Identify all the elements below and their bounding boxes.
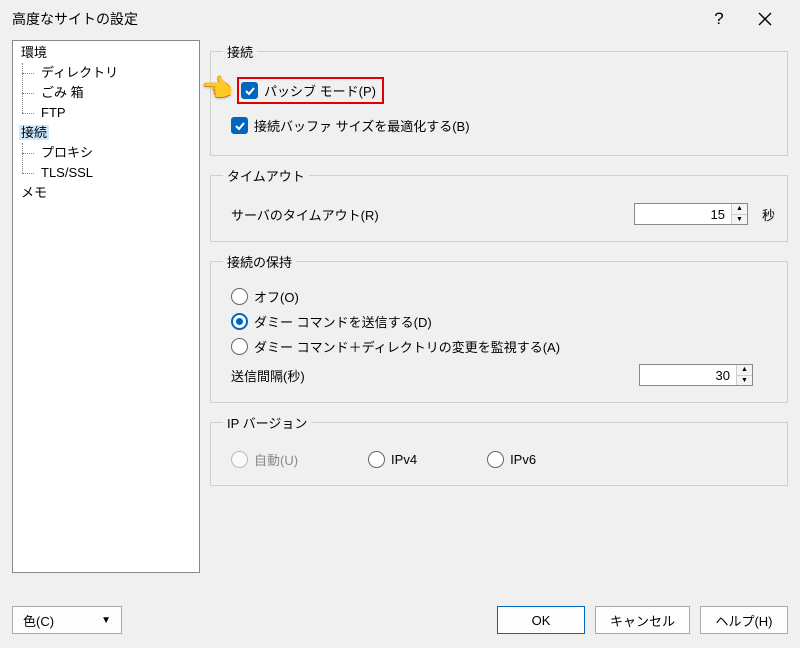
group-keepalive-legend: 接続の保持 xyxy=(223,252,296,271)
group-ip-legend: IP バージョン xyxy=(223,413,311,432)
help-icon[interactable]: ? xyxy=(696,4,742,34)
server-timeout-spinner[interactable]: ▲ ▼ xyxy=(634,203,748,225)
spinner-up-icon[interactable]: ▲ xyxy=(732,204,747,215)
passive-mode-label: パッシブ モード(P) xyxy=(264,81,376,100)
server-timeout-input[interactable] xyxy=(635,204,731,224)
tree-node-tlsssl[interactable]: TLS/SSL xyxy=(29,163,197,183)
passive-mode-highlight: パッシブ モード(P) xyxy=(237,77,384,104)
titlebar: 高度なサイトの設定 ? xyxy=(0,0,800,38)
group-ip-version: IP バージョン 自動(U) IPv4 IPv6 xyxy=(210,413,788,486)
dialog-footer: 色(C) ▼ OK キャンセル ヘルプ(H) xyxy=(0,592,800,648)
tree-node-directory[interactable]: ディレクトリ xyxy=(29,63,197,83)
keepalive-dummy-dir-label: ダミー コマンド＋ディレクトリの変更を監視する(A) xyxy=(254,337,560,356)
tree-node-proxy[interactable]: プロキシ xyxy=(29,143,197,163)
settings-tree[interactable]: 環境 ディレクトリ ごみ 箱 FTP 接続 プロキシ TLS/SSL メモ xyxy=(12,40,200,573)
optimize-buffer-checkbox[interactable] xyxy=(231,117,248,134)
passive-mode-checkbox[interactable] xyxy=(241,82,258,99)
tree-node-connection[interactable]: 接続 xyxy=(19,123,197,143)
spinner-down-icon[interactable]: ▼ xyxy=(737,376,752,386)
tree-node-memo[interactable]: メモ xyxy=(19,183,197,203)
color-button[interactable]: 色(C) ▼ xyxy=(12,606,122,634)
keepalive-dummy-label: ダミー コマンドを送信する(D) xyxy=(254,312,432,331)
server-timeout-label: サーバのタイムアウト(R) xyxy=(231,205,379,224)
group-timeout-legend: タイムアウト xyxy=(223,166,309,185)
optimize-buffer-label: 接続バッファ サイズを最適化する(B) xyxy=(254,116,470,135)
ip-v6-radio[interactable] xyxy=(487,451,504,468)
group-keepalive: 接続の保持 オフ(O) ダミー コマンドを送信する(D) ダミー コマンド＋ディ… xyxy=(210,252,788,403)
settings-panel: 接続 パッシブ モード(P) 接続バッファ サイズを最適化する(B) xyxy=(210,40,788,584)
ip-v4-label: IPv4 xyxy=(391,452,417,467)
tree-node-ftp[interactable]: FTP xyxy=(29,103,197,123)
group-connection: 接続 パッシブ モード(P) 接続バッファ サイズを最適化する(B) xyxy=(210,42,788,156)
ip-v6-label: IPv6 xyxy=(510,452,536,467)
spinner-down-icon[interactable]: ▼ xyxy=(732,215,747,225)
interval-input[interactable] xyxy=(640,365,736,385)
tree-node-recyclebin[interactable]: ごみ 箱 xyxy=(29,83,197,103)
close-icon[interactable] xyxy=(742,4,788,34)
spinner-up-icon[interactable]: ▲ xyxy=(737,365,752,376)
color-button-label: 色(C) xyxy=(23,611,54,630)
interval-spinner[interactable]: ▲ ▼ xyxy=(639,364,753,386)
ip-auto-radio xyxy=(231,451,248,468)
group-connection-legend: 接続 xyxy=(223,42,257,61)
ip-auto-label: 自動(U) xyxy=(254,450,298,469)
seconds-unit: 秒 xyxy=(762,205,775,224)
chevron-down-icon: ▼ xyxy=(101,615,111,626)
ok-button[interactable]: OK xyxy=(497,606,585,634)
advanced-site-settings-window: 高度なサイトの設定 ? 環境 ディレクトリ ごみ 箱 FTP 接続 xyxy=(0,0,800,648)
keepalive-dummy-radio[interactable] xyxy=(231,313,248,330)
tree-node-environment[interactable]: 環境 xyxy=(19,43,197,63)
help-button[interactable]: ヘルプ(H) xyxy=(700,606,788,634)
group-timeout: タイムアウト サーバのタイムアウト(R) ▲ ▼ 秒 xyxy=(210,166,788,242)
keepalive-off-label: オフ(O) xyxy=(254,287,299,306)
window-title: 高度なサイトの設定 xyxy=(12,9,138,29)
cancel-button[interactable]: キャンセル xyxy=(595,606,690,634)
ip-v4-radio[interactable] xyxy=(368,451,385,468)
interval-label: 送信間隔(秒) xyxy=(231,366,305,385)
keepalive-off-radio[interactable] xyxy=(231,288,248,305)
keepalive-dummy-dir-radio[interactable] xyxy=(231,338,248,355)
